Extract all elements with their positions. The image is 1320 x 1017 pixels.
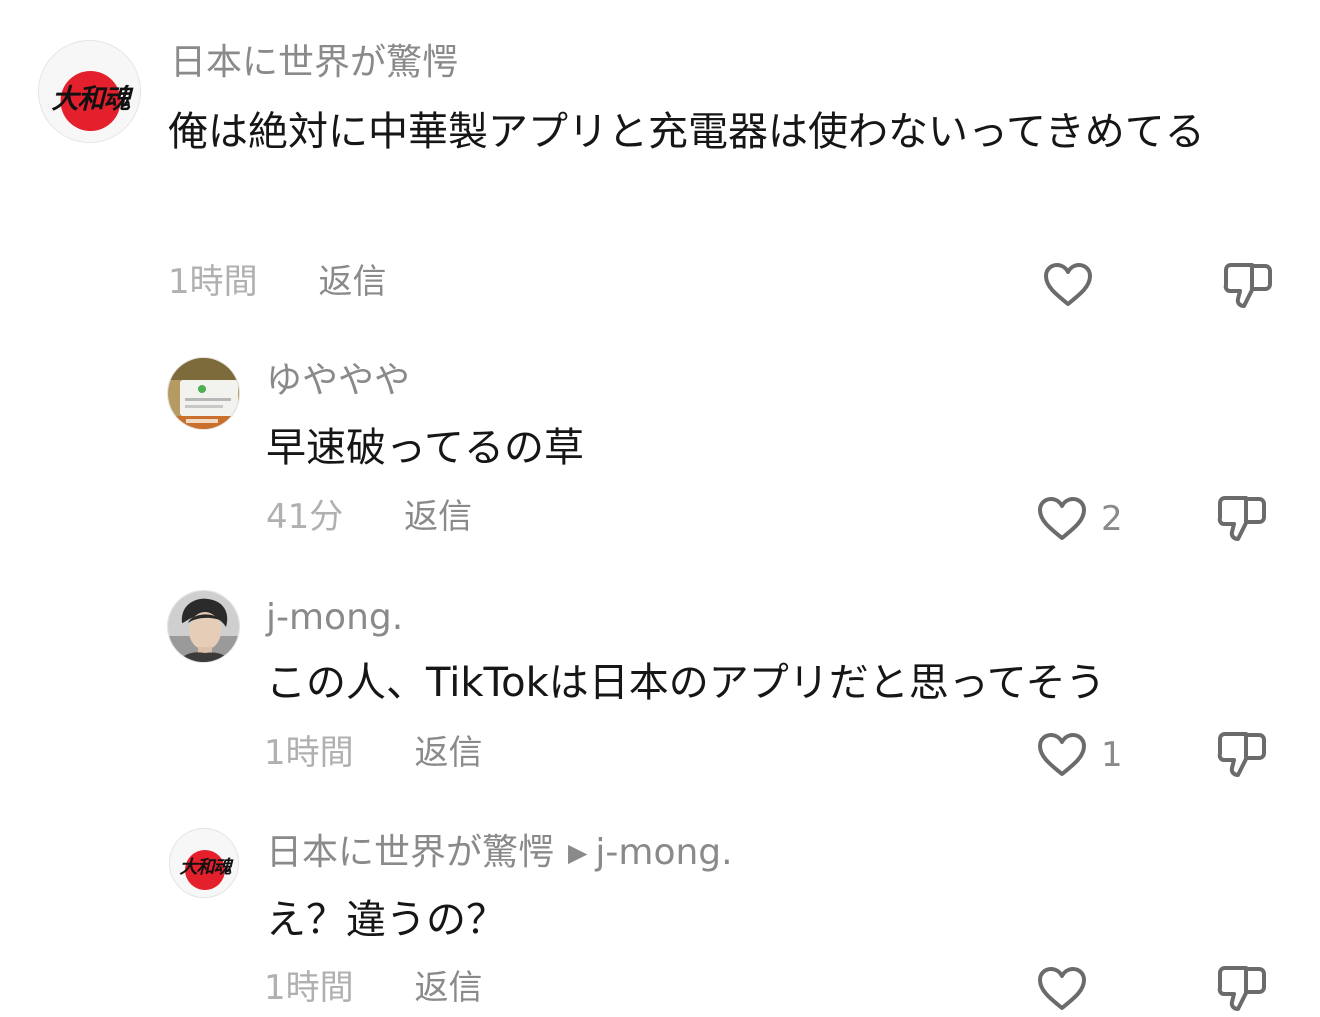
dislike-button[interactable]	[1222, 262, 1274, 310]
comment-username[interactable]: 日本に世界が驚愕	[170, 40, 458, 86]
like-count: 1	[1101, 735, 1123, 775]
thumbs-down-icon	[1223, 263, 1272, 308]
heart-icon	[1038, 497, 1086, 540]
person-photo-avatar-icon	[168, 591, 239, 662]
comment-meta: 1時間 返信	[264, 731, 482, 775]
heart-icon	[1038, 967, 1086, 1010]
dislike-button[interactable]	[1216, 495, 1268, 543]
comment-timestamp: 1時間	[168, 262, 258, 302]
comment-username: 日本に世界が驚愕 ▶ j-mong.	[266, 830, 733, 879]
dislike-button[interactable]	[1216, 965, 1268, 1013]
comment-text: え？違うの？	[266, 897, 506, 943]
avatar-calligraphy: 大和魂	[179, 857, 232, 878]
comment-username[interactable]: j-mong.	[266, 595, 403, 641]
avatar[interactable]	[167, 357, 240, 430]
reply-to-username[interactable]: j-mong.	[595, 832, 732, 873]
comment-meta: 1時間 返信	[264, 966, 482, 1010]
comment-meta: 1時間 返信	[168, 260, 386, 304]
reply-button[interactable]: 返信	[414, 966, 482, 1010]
avatar[interactable]: 大和魂	[38, 40, 141, 143]
comment-item: 大和魂 日本に世界が驚愕 俺は絶対に中華製アプリと充電器は使わないってきめてる …	[0, 0, 1320, 330]
comment-item: ゆややや 早速破ってるの草 41分 返信 2	[0, 340, 1320, 570]
avatar[interactable]: 大和魂	[169, 828, 239, 898]
dislike-button[interactable]	[1216, 731, 1268, 779]
caret-right-icon: ▶	[568, 838, 588, 867]
comment-timestamp: 1時間	[264, 968, 354, 1008]
comment-item: 大和魂 日本に世界が驚愕 ▶ j-mong. え？違うの？ 1時間 返信	[0, 810, 1320, 1017]
screenshot-avatar-icon	[168, 358, 239, 429]
reply-button[interactable]: 返信	[414, 731, 482, 775]
comment-username[interactable]: ゆややや	[266, 358, 410, 404]
like-button[interactable]: 2	[1037, 496, 1123, 542]
comment-text: 俺は絶対に中華製アプリと充電器は使わないってきめてる	[168, 109, 1205, 155]
reply-button[interactable]: 返信	[404, 495, 472, 539]
comment-item: j-mong. この人、TikTokは日本のアプリだと思ってそう 1時間 返信 …	[0, 575, 1320, 805]
comment-username-author[interactable]: 日本に世界が驚愕	[266, 832, 554, 873]
comment-text: 早速破ってるの草	[266, 425, 584, 471]
heart-icon	[1044, 263, 1092, 306]
comment-meta: 41分 返信	[266, 495, 472, 539]
like-count: 2	[1101, 499, 1123, 539]
thumbs-down-icon	[1217, 496, 1266, 541]
comment-text: この人、TikTokは日本のアプリだと思ってそう	[266, 660, 1106, 706]
like-button[interactable]	[1043, 262, 1093, 308]
like-button[interactable]: 1	[1037, 732, 1123, 778]
thumbs-down-icon	[1217, 966, 1266, 1011]
comment-timestamp: 1時間	[264, 733, 354, 773]
like-button[interactable]	[1037, 966, 1087, 1012]
avatar-calligraphy: 大和魂	[51, 84, 131, 115]
thumbs-down-icon	[1217, 732, 1266, 777]
comment-timestamp: 41分	[266, 497, 344, 537]
heart-icon	[1038, 733, 1086, 776]
reply-button[interactable]: 返信	[318, 260, 386, 304]
avatar[interactable]	[167, 590, 240, 663]
